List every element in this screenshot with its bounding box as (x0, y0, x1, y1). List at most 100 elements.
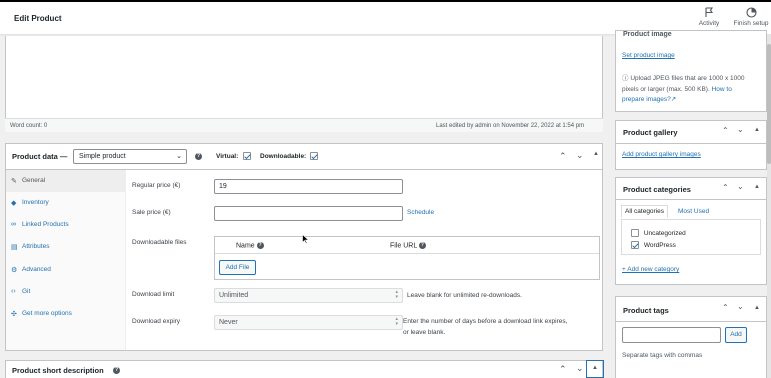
product-gallery-title: Product gallery (623, 128, 678, 137)
prepare-images-link[interactable]: prepare images? (622, 96, 671, 103)
toggle-panel-icon[interactable]: ▲ (593, 151, 599, 157)
tab-label: Inventory (22, 199, 49, 206)
product-image-title: Product image (623, 31, 672, 38)
category-label: Uncategorized (643, 229, 686, 237)
image-info-text: Upload JPEG files that are 1000 x 1000 (630, 75, 745, 82)
help-icon[interactable]: ? (418, 242, 426, 249)
download-expiry-hint: Enter the number of days before a downlo… (403, 316, 567, 338)
move-up-icon[interactable]: ⌃ (559, 151, 567, 162)
col-file-url-label: File URL (390, 242, 417, 250)
download-expiry-input[interactable]: Never ▴ ▾ (214, 315, 403, 330)
tab-label: Git (22, 288, 31, 295)
schedule-link[interactable]: Schedule (407, 209, 434, 216)
tag-icon: ◆ (11, 200, 17, 207)
toggle-panel-icon[interactable]: ▲ (754, 184, 760, 190)
regular-price-input[interactable]: 19 (214, 179, 403, 194)
move-up-icon[interactable]: ⌃ (559, 364, 567, 375)
number-spinner-icon[interactable]: ▴ ▾ (395, 290, 398, 300)
tab-label: Get more options (22, 310, 72, 317)
product-tags-panel: Product tags ⌃ ⌄ ▲ Add Separate tags wit… (615, 296, 767, 378)
download-limit-input[interactable]: Unlimited ▴ ▾ (214, 288, 403, 303)
finish-setup-button[interactable]: Finish setup (731, 7, 771, 27)
scrollbar-thumb[interactable] (767, 44, 771, 164)
product-categories-title: Product categories (623, 185, 691, 194)
add-gallery-images-link[interactable]: Add product gallery images (622, 151, 701, 158)
word-count: Word count: 0 (10, 123, 48, 129)
tags-hint: Separate tags with commas (622, 352, 703, 359)
download-expiry-placeholder: Never (219, 319, 238, 326)
product-type-select[interactable]: Simple product ⌄ (73, 149, 187, 164)
tab-general[interactable]: ✎ General (6, 170, 126, 192)
product-tags-header: Product tags ⌃ ⌄ ▲ (616, 297, 766, 322)
list-icon: ▤ (11, 244, 18, 251)
tab-attributes[interactable]: ▤ Attributes (6, 236, 126, 258)
download-limit-placeholder: Unlimited (219, 292, 249, 299)
activity-button[interactable]: Activity (689, 7, 729, 27)
move-down-icon[interactable]: ⌄ (737, 182, 744, 191)
product-image-info: ⓘ Upload JPEG files that are 1000 x 1000… (622, 74, 764, 106)
virtual-checkbox[interactable] (243, 152, 251, 160)
mouse-cursor-icon (302, 234, 309, 244)
plugin-icon: ✣ (11, 311, 17, 318)
category-item[interactable]: WordPress (631, 241, 676, 249)
col-name-header: Name ? (236, 242, 264, 249)
add-new-category-link[interactable]: + Add new category (622, 266, 679, 273)
category-item[interactable]: Uncategorized (631, 229, 686, 237)
tab-label: Attributes (22, 243, 50, 250)
product-categories-panel: Product categories ⌃ ⌄ ▲ All categories … (615, 177, 767, 285)
tab-get-more-options[interactable]: ✣ Get more options (6, 303, 126, 325)
toggle-panel-icon[interactable]: ▲ (754, 305, 760, 311)
move-down-icon[interactable]: ⌄ (576, 150, 584, 161)
tab-git[interactable]: ‹› Git (6, 281, 126, 303)
download-limit-hint: Leave blank for unlimited re-downloads. (407, 292, 522, 299)
how-to-link[interactable]: How to (712, 86, 732, 93)
scrollbar[interactable] (767, 34, 771, 378)
sale-price-input[interactable] (214, 206, 403, 221)
move-down-icon[interactable]: ⌄ (576, 363, 584, 374)
number-spinner-icon[interactable]: ▴ ▾ (395, 317, 398, 327)
tab-inventory[interactable]: ◆ Inventory (6, 192, 126, 214)
add-tag-button[interactable]: Add (725, 327, 747, 343)
downloadable-label: Downloadable: (260, 153, 307, 160)
move-up-icon[interactable]: ⌃ (722, 126, 729, 135)
tab-label: Advanced (22, 266, 51, 273)
info-icon: ⓘ (622, 75, 629, 82)
tab-advanced[interactable]: ⚙ Advanced (6, 259, 126, 281)
move-up-icon[interactable]: ⌃ (722, 183, 729, 192)
last-edited: Last edited by admin on November 22, 202… (436, 123, 585, 129)
tab-most-used[interactable]: Most Used (678, 208, 709, 215)
tag-input[interactable] (622, 327, 721, 343)
set-product-image-link[interactable]: Set product image (622, 52, 675, 59)
help-icon[interactable]: ? (256, 242, 264, 249)
product-tags-title: Product tags (623, 306, 669, 315)
tab-linked-products[interactable]: ∞ Linked Products (6, 214, 126, 236)
toggle-panel-icon[interactable]: ▲ (754, 127, 760, 133)
product-gallery-panel: Product gallery ⌃ ⌄ ▲ Add product galler… (615, 120, 767, 170)
page-title: Edit Product (14, 14, 62, 23)
category-checkbox[interactable] (631, 229, 639, 237)
editor-status-bar: Word count: 0 Last edited by admin on No… (5, 118, 603, 132)
product-image-panel: Product image Set product image ⓘ Upload… (615, 30, 767, 112)
move-down-icon[interactable]: ⌄ (737, 125, 744, 134)
code-icon: ‹› (11, 288, 16, 295)
image-info-text: pixels or larger (max. 500 KB). (622, 85, 710, 93)
move-up-icon[interactable]: ⌃ (722, 303, 729, 312)
product-type-value: Simple product (79, 153, 126, 160)
toggle-panel-icon[interactable]: ▲ (586, 360, 604, 378)
virtual-label: Virtual: (216, 153, 239, 160)
help-icon[interactable]: ? (195, 153, 202, 160)
progress-circle-icon (745, 7, 757, 18)
short-description-title: Product short description (12, 366, 104, 375)
chevron-down-icon: ⌄ (176, 153, 182, 160)
downloadable-checkbox[interactable] (310, 152, 318, 160)
product-data-panel: Product data — Simple product ⌄ ? Virtua… (5, 143, 603, 351)
gear-icon: ⚙ (11, 267, 18, 274)
category-label: WordPress (643, 241, 676, 249)
add-file-button[interactable]: Add File (219, 260, 256, 275)
category-checkbox[interactable] (631, 241, 639, 249)
move-down-icon[interactable]: ⌄ (737, 302, 744, 311)
help-icon[interactable]: ? (113, 367, 120, 374)
tab-all-categories[interactable]: All categories (621, 205, 669, 218)
product-data-tabs: ✎ General ◆ Inventory ∞ Linked Products … (6, 170, 126, 350)
top-bar: Edit Product Activity Finish setup (0, 0, 771, 34)
